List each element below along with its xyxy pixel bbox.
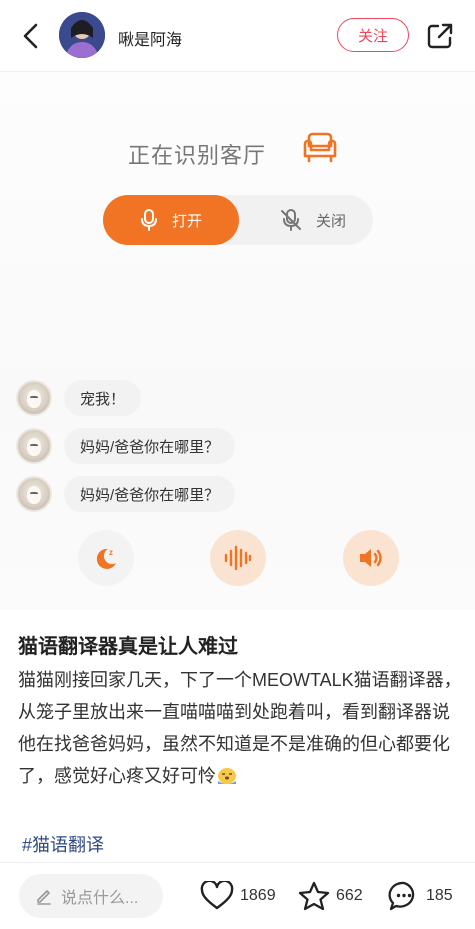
comments-button[interactable]: 185 bbox=[388, 877, 453, 915]
speaker-icon bbox=[360, 549, 382, 567]
chat-message: 妈妈/爸爸你在哪里？ bbox=[16, 474, 236, 514]
toggle-off-label: 关闭 bbox=[315, 212, 346, 230]
chat-bubble: 宠我！ bbox=[64, 380, 142, 416]
cat-avatar bbox=[16, 380, 52, 416]
collect-count: 662 bbox=[336, 887, 363, 904]
moon-sleep-icon: z bbox=[96, 548, 116, 569]
post-title: 猫语翻译器真是让人难过 bbox=[18, 636, 238, 658]
chat-message: 妈妈/爸爸你在哪里？ bbox=[16, 426, 236, 466]
svg-text:z: z bbox=[109, 548, 113, 557]
sound-wave-icon bbox=[224, 545, 252, 571]
comment-bubble-icon bbox=[388, 881, 415, 911]
sofa-icon bbox=[303, 132, 337, 163]
toggle-on-label: 打开 bbox=[171, 212, 202, 230]
post-body-text: 猫猫刚接回家几天，下了一个MEOWTALK猫语翻译器，从笼子里放出来一直喵喵喵到… bbox=[18, 670, 462, 786]
comment-count: 185 bbox=[426, 887, 453, 904]
topic-tag[interactable]: #猫语翻译 bbox=[22, 831, 104, 857]
toggle-off-button[interactable]: 关闭 bbox=[253, 195, 373, 245]
sleep-mode-button[interactable]: z bbox=[78, 530, 134, 586]
toggle-on-button[interactable]: 打开 bbox=[103, 195, 239, 245]
heart-icon bbox=[200, 881, 234, 910]
chat-message: 宠我！ bbox=[16, 378, 142, 418]
comment-placeholder: 说点什么... bbox=[61, 890, 139, 907]
comment-input[interactable]: 说点什么... bbox=[19, 874, 163, 918]
chat-bubble: 妈妈/爸爸你在哪里？ bbox=[64, 428, 236, 464]
speaker-button[interactable] bbox=[343, 530, 399, 586]
voice-wave-button[interactable] bbox=[210, 530, 266, 586]
like-button[interactable]: 1869 bbox=[200, 877, 276, 915]
pencil-icon bbox=[37, 890, 51, 905]
follow-button[interactable]: 关注 bbox=[337, 18, 409, 52]
crying-emoji-icon bbox=[218, 768, 236, 784]
back-arrow-icon[interactable] bbox=[20, 22, 42, 50]
post-body: 猫猫刚接回家几天，下了一个MEOWTALK猫语翻译器，从笼子里放出来一直喵喵喵到… bbox=[18, 664, 466, 792]
bottom-action-bar: 说点什么... 1869 662 185 bbox=[0, 862, 475, 929]
top-nav-bar: 啾是阿海 关注 bbox=[0, 0, 475, 72]
microphone-icon bbox=[140, 209, 157, 231]
microphone-muted-icon bbox=[280, 209, 301, 231]
recognizing-room-text: 正在识别客厅 bbox=[128, 143, 267, 168]
like-count: 1869 bbox=[240, 887, 276, 904]
cat-avatar bbox=[16, 428, 52, 464]
chat-bubble: 妈妈/爸爸你在哪里？ bbox=[64, 476, 236, 512]
mic-toggle: 打开 关闭 bbox=[103, 195, 373, 245]
author-name[interactable]: 啾是阿海 bbox=[118, 26, 182, 50]
collect-button[interactable]: 662 bbox=[298, 877, 363, 915]
author-avatar[interactable] bbox=[59, 12, 105, 58]
share-icon[interactable] bbox=[426, 22, 454, 50]
star-icon bbox=[298, 881, 330, 911]
cat-avatar bbox=[16, 476, 52, 512]
